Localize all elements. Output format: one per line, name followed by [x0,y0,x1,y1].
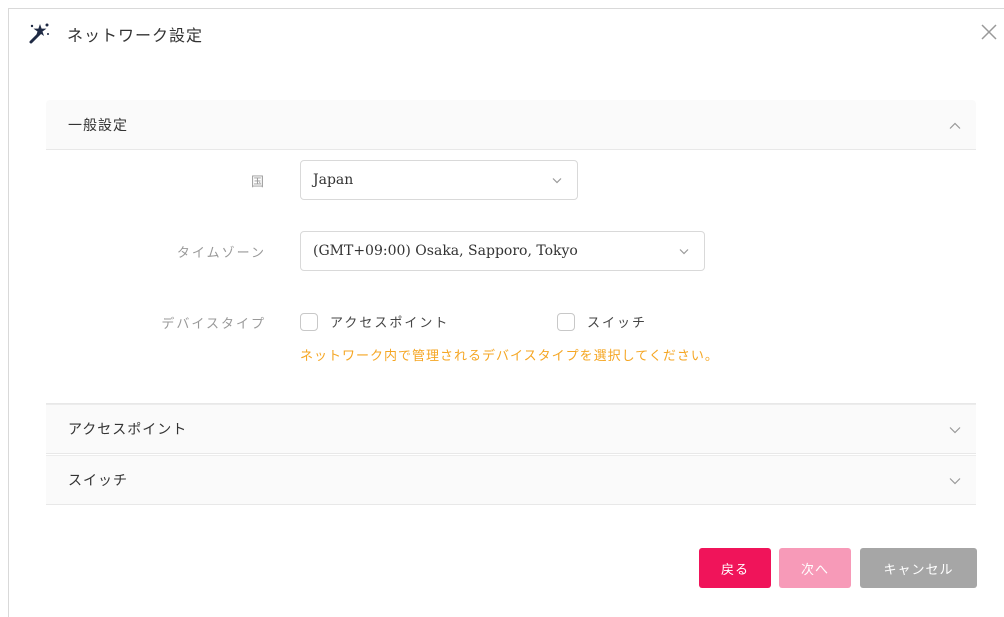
magic-wand-icon [27,21,51,45]
switch-label: スイッチ [68,473,128,489]
checkbox-access-point[interactable]: アクセスポイント [300,312,449,331]
general-settings-label: 一般設定 [68,117,128,134]
timezone-label: タイムゾーン [176,246,266,261]
chevron-down-icon [551,174,563,186]
checkbox-access-point-label: アクセスポイント [330,316,450,331]
device-type-hint: ネットワーク内で管理されるデバイスタイプを選択してください。 [300,349,719,364]
country-select-value: Japan [313,172,354,188]
access-point-label: アクセスポイント [68,422,188,438]
dialog-header: ネットワーク設定 [9,9,1004,57]
timezone-select-value: (GMT+09:00) Osaka, Sapporo, Tokyo [313,243,578,259]
general-settings-header[interactable]: 一般設定 [46,100,976,150]
back-button[interactable]: 戻る [699,548,771,588]
checkbox-switch[interactable]: スイッチ [557,312,647,331]
timezone-select[interactable]: (GMT+09:00) Osaka, Sapporo, Tokyo [300,231,705,271]
general-settings-body: 国 Japan タイムゾーン (GMT+09:00) Osaka, Sappor… [46,150,976,404]
chevron-down-icon [948,473,962,487]
checkbox-switch-box[interactable] [557,312,575,331]
chevron-down-icon [678,245,690,257]
chevron-down-icon [948,422,962,436]
close-icon[interactable] [976,19,1002,45]
general-settings-panel: 一般設定 国 Japan タイムゾーン (GMT+09:00) Osaka, S… [46,100,976,404]
network-settings-dialog: ネットワーク設定 一般設定 国 Japan タイムゾーン (GMT+09:00)… [8,8,1004,617]
dialog-title: ネットワーク設定 [67,26,204,45]
next-button[interactable]: 次へ [779,548,851,588]
switch-panel: スイッチ [46,455,976,505]
access-point-panel: アクセスポイント [46,404,976,454]
checkbox-access-point-box[interactable] [300,312,318,331]
access-point-header[interactable]: アクセスポイント [46,404,976,454]
cancel-button[interactable]: キャンセル [860,548,977,588]
country-select[interactable]: Japan [300,160,578,200]
device-type-label: デバイスタイプ [161,317,266,332]
chevron-up-icon [948,118,962,132]
switch-header[interactable]: スイッチ [46,455,976,505]
country-label: 国 [250,175,266,190]
checkbox-switch-label: スイッチ [587,316,648,331]
